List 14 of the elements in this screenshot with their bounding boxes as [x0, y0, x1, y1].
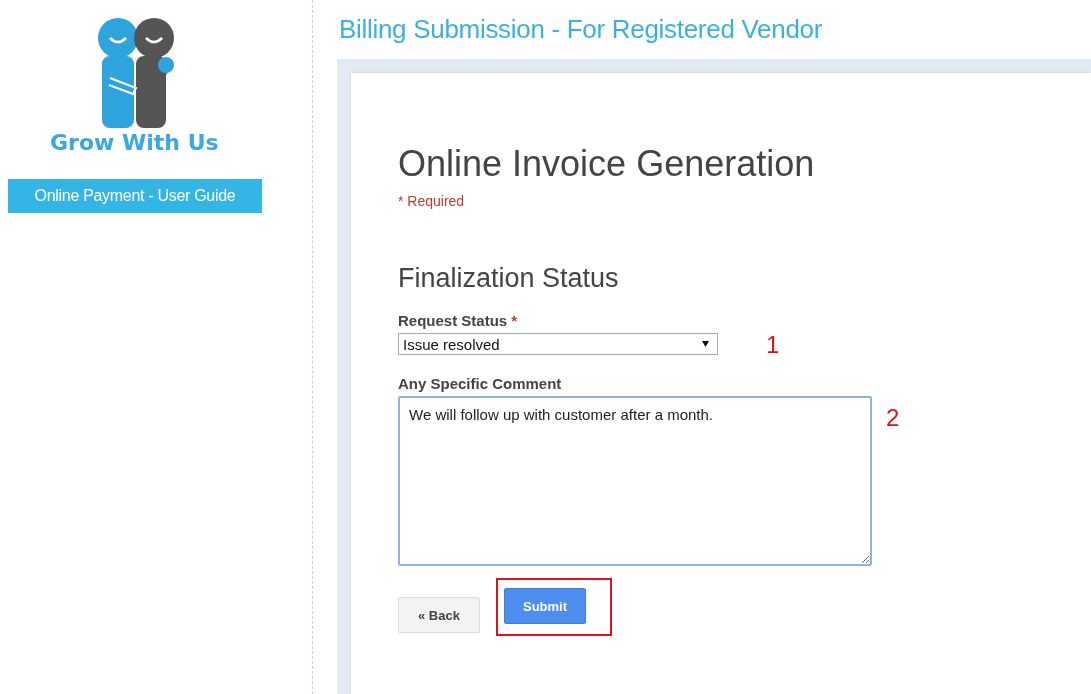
comment-field[interactable]: We will follow up with customer after a month.	[398, 396, 872, 566]
field-label: Request Status	[398, 312, 508, 329]
form-title: Online Invoice Generation	[398, 143, 815, 185]
status-dropdown[interactable]: Issue resolved	[398, 333, 718, 355]
back-button[interactable]: « Back	[398, 597, 480, 633]
annotation-number: 1	[766, 333, 780, 357]
caret-icon	[702, 341, 709, 347]
field-label: Any Specific Comment	[398, 375, 562, 392]
logo-text: Grow With Us	[50, 130, 219, 155]
page-title: Billing Submission - For Registered Vendor	[339, 14, 824, 45]
required-note: * Required	[398, 193, 465, 209]
section-heading: Finalization Status	[398, 263, 619, 294]
annotation-number: 2	[886, 406, 900, 430]
required-asterisk: *	[511, 312, 518, 329]
